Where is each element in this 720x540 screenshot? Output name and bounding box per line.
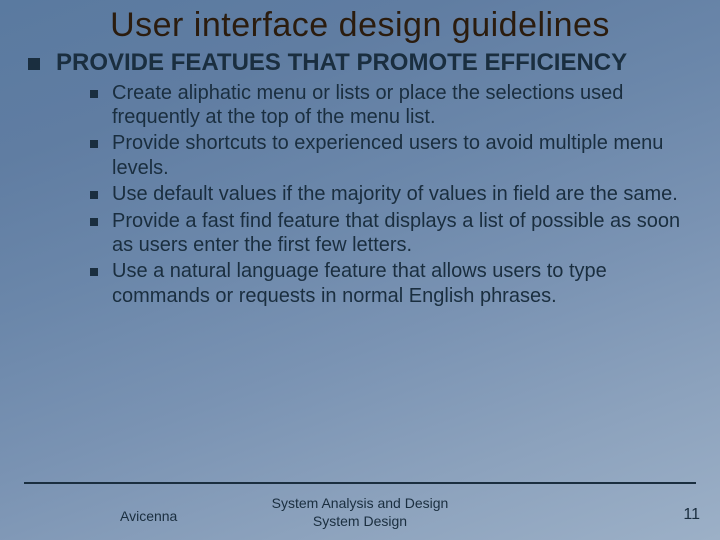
section-heading: PROVIDE FEATUES THAT PROMOTE EFFICIENCY	[56, 49, 627, 77]
list-item-text: Provide shortcuts to experienced users t…	[112, 131, 702, 180]
square-bullet-icon	[90, 268, 98, 276]
square-bullet-icon	[90, 218, 98, 226]
list-item: Provide shortcuts to experienced users t…	[90, 131, 702, 180]
content-area: PROVIDE FEATUES THAT PROMOTE EFFICIENCY …	[0, 49, 720, 308]
square-bullet-icon	[90, 140, 98, 148]
list-item-text: Create aliphatic menu or lists or place …	[112, 81, 702, 130]
footer-divider	[24, 482, 696, 484]
list-item-text: Use a natural language feature that allo…	[112, 259, 702, 308]
slide-title: User interface design guidelines	[0, 0, 720, 49]
list-item-text: Use default values if the majority of va…	[112, 182, 678, 206]
bullet-list: Create aliphatic menu or lists or place …	[90, 81, 702, 309]
footer-center: System Analysis and Design System Design	[0, 495, 720, 530]
slide: User interface design guidelines PROVIDE…	[0, 0, 720, 540]
list-item: Provide a fast find feature that display…	[90, 209, 702, 258]
square-bullet-icon	[90, 191, 98, 199]
heading-row: PROVIDE FEATUES THAT PROMOTE EFFICIENCY	[28, 49, 702, 77]
square-bullet-icon	[90, 90, 98, 98]
footer-center-line2: System Design	[313, 513, 407, 529]
list-item: Use a natural language feature that allo…	[90, 259, 702, 308]
square-bullet-icon	[28, 58, 40, 70]
footer-center-line1: System Analysis and Design	[272, 495, 449, 511]
list-item-text: Provide a fast find feature that display…	[112, 209, 702, 258]
list-item: Create aliphatic menu or lists or place …	[90, 81, 702, 130]
page-number: 11	[683, 506, 700, 524]
list-item: Use default values if the majority of va…	[90, 182, 702, 206]
